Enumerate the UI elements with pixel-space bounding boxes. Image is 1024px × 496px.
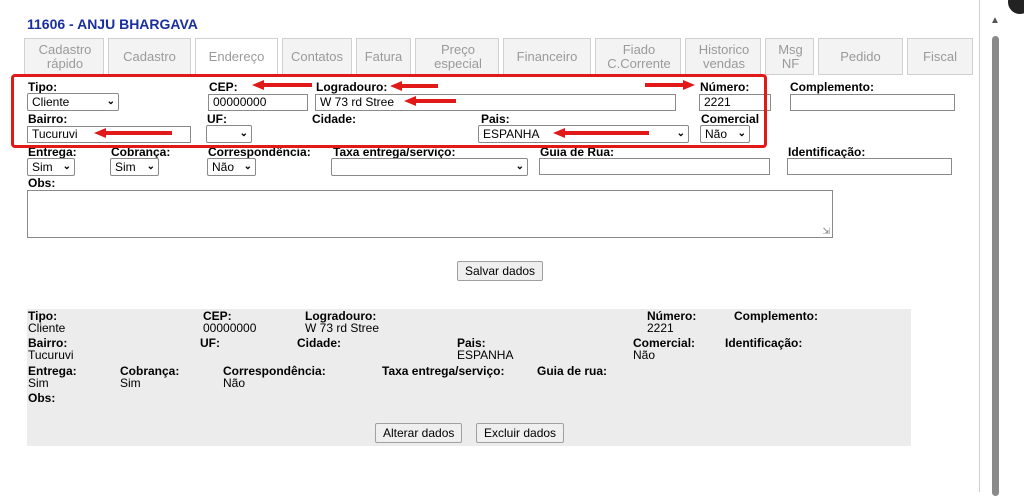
scroll-up-arrow-icon[interactable]: ▲ (990, 15, 1000, 26)
correspondencia-select-value: Não (212, 160, 235, 174)
tab-pedido[interactable]: Pedido (818, 38, 903, 75)
summary-panel: Tipo: Cliente CEP: 00000000 Logradouro: … (27, 309, 911, 446)
cobranca-select-value: Sim (115, 160, 136, 174)
complemento-input[interactable] (790, 94, 955, 111)
tab-fiscal[interactable]: Fiscal (907, 38, 973, 75)
tab-fatura[interactable]: Fatura (356, 38, 411, 75)
summary-identificacao-label: Identificação: (725, 336, 803, 350)
complemento-label: Complemento: (790, 80, 874, 94)
scrollbar-thumb[interactable] (992, 36, 999, 496)
tab-cadastro[interactable]: Cadastro (108, 38, 191, 75)
summary-logradouro-value: W 73 rd Stree (305, 321, 380, 335)
annotation-arrow-left-icon (553, 128, 649, 138)
summary-cep-value: 00000000 (203, 321, 257, 335)
summary-entrega-value: Sim (28, 376, 49, 390)
chevron-down-icon: ⌄ (243, 161, 252, 172)
summary-comercial-value: Não (633, 348, 656, 362)
summary-cobranca-value: Sim (120, 376, 141, 390)
save-button[interactable]: Salvar dados (457, 261, 544, 281)
summary-uf-label: UF: (200, 336, 220, 350)
summary-tipo-value: Cliente (28, 321, 66, 335)
tab-cadastro-rapido[interactable]: Cadastro rápido (24, 38, 104, 75)
identificacao-input[interactable] (787, 158, 952, 175)
scrollbar-track[interactable] (984, 0, 1024, 492)
annotation-arrow-left-icon (252, 80, 312, 90)
resize-handle-icon[interactable]: ⇲ (822, 226, 830, 237)
dialog-frame: 11606 - ANJU BHARGAVA Cadastro rápido Ca… (0, 0, 980, 492)
chevron-down-icon: ⌄ (62, 161, 71, 172)
correspondencia-select[interactable]: Não ⌄ (207, 158, 256, 176)
guia-input[interactable] (539, 158, 770, 175)
summary-obs-label: Obs: (28, 391, 56, 405)
entrega-select-value: Sim (32, 160, 53, 174)
summary-bairro-value: Tucuruvi (28, 348, 74, 362)
taxa-select[interactable]: ⌄ (331, 158, 528, 176)
chevron-down-icon: ⌄ (515, 161, 524, 172)
summary-pais-value: ESPANHA (457, 348, 514, 362)
annotation-arrow-right-icon (645, 80, 695, 90)
delete-button[interactable]: Excluir dados (476, 423, 565, 443)
alter-button[interactable]: Alterar dados (375, 423, 463, 443)
entrega-select[interactable]: Sim ⌄ (27, 158, 75, 176)
cobranca-select[interactable]: Sim ⌄ (110, 158, 159, 176)
tab-historico-vendas[interactable]: Historico vendas (685, 38, 761, 75)
tab-contatos[interactable]: Contatos (282, 38, 352, 75)
identificacao-label: Identificação: (788, 145, 866, 159)
tab-endereco[interactable]: Endereço (195, 38, 278, 75)
tab-fiado-ccorrente[interactable]: Fiado C.Corrente (595, 38, 681, 75)
chevron-down-icon: ⌄ (146, 161, 155, 172)
obs-label: Obs: (28, 176, 56, 190)
annotation-arrow-left-icon (404, 96, 456, 106)
summary-correspondencia-value: Não (223, 376, 246, 390)
obs-textarea[interactable]: ⇲ (27, 190, 833, 238)
summary-guia-label: Guia de rua: (537, 364, 608, 378)
annotation-arrow-left-icon (94, 128, 172, 138)
annotation-arrow-left-icon (390, 81, 438, 91)
tab-financeiro[interactable]: Financeiro (503, 38, 591, 75)
summary-cidade-label: Cidade: (297, 336, 342, 350)
summary-complemento-label: Complemento: (734, 309, 818, 323)
page-title: 11606 - ANJU BHARGAVA (27, 16, 198, 32)
summary-taxa-label: Taxa entrega/serviço: (382, 364, 505, 378)
tab-preco-especial[interactable]: Preço especial (415, 38, 499, 75)
tab-msg-nf[interactable]: Msg NF (765, 38, 814, 75)
summary-numero-value: 2221 (647, 321, 674, 335)
